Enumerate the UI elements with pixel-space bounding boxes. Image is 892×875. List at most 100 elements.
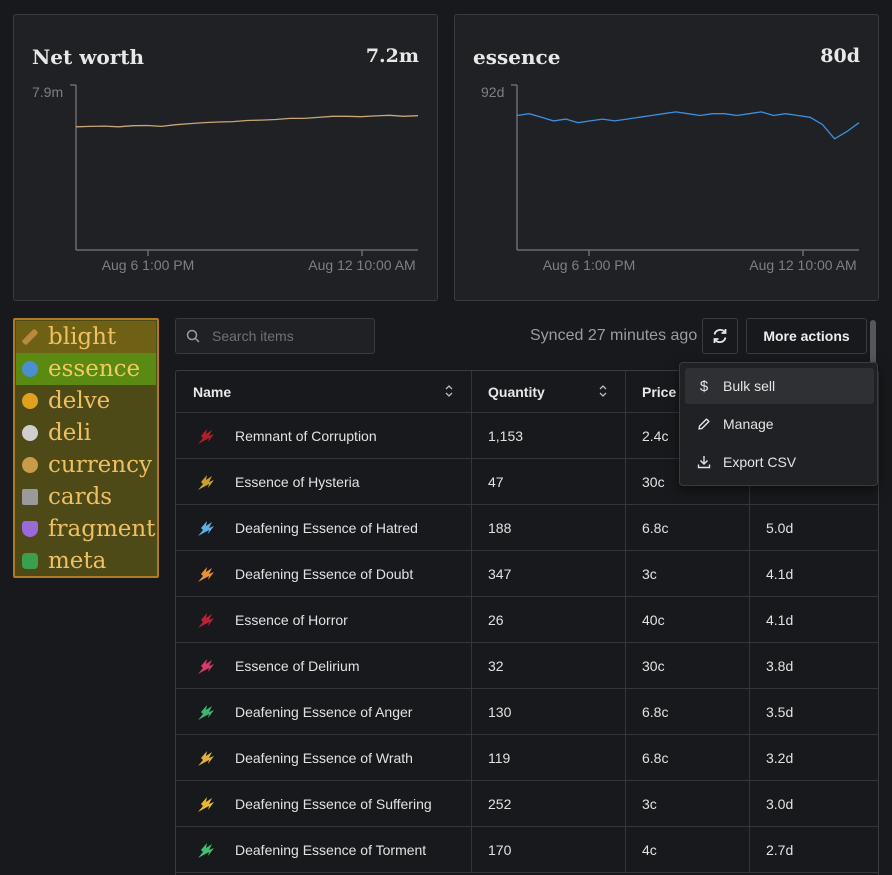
value-cell: 4.1d [750,597,878,642]
dollar-icon: $ [699,377,709,395]
category-currency[interactable]: currency [16,449,156,481]
column-header-name[interactable]: Name [176,371,472,412]
price-cell: 3c [626,551,750,596]
table-row[interactable]: Deafening Essence of Wrath 119 6.8c 3.2d [176,735,878,781]
value-cell: 2.7d [750,827,878,872]
blight-icon [21,328,39,346]
table-row[interactable]: Deafening Essence of Anger 130 6.8c 3.5d [176,689,878,735]
quantity-text: 1,153 [488,427,524,444]
value-text: 3.8d [766,657,794,674]
category-deli[interactable]: deli [16,417,156,449]
value-text: 4.1d [766,565,794,582]
y-tick-label: 7.9m [32,84,63,100]
item-name-text: Essence of Hysteria [235,473,360,490]
price-cell: 40c [626,597,750,642]
item-name-text: Deafening Essence of Anger [235,703,413,720]
table-row[interactable]: Deafening Essence of Doubt 347 3c 4.1d [176,551,878,597]
value-cell: 3.8d [750,643,878,688]
item-name-cell: Deafening Essence of Doubt [176,551,472,596]
price-cell: 6.8c [626,689,750,734]
price-cell: 6.8c [626,735,750,780]
table-row[interactable]: Deafening Essence of Torment 170 4c 2.7d [176,827,878,873]
quantity-text: 347 [488,565,512,582]
series-line [516,111,860,140]
category-cards[interactable]: cards [16,481,156,513]
quantity-text: 26 [488,611,504,628]
search-box[interactable] [175,318,375,354]
table-row[interactable]: Essence of Horror 26 40c 4.1d [176,597,878,643]
table-row[interactable]: Deafening Essence of Hatred 188 6.8c 5.0d [176,505,878,551]
category-label: delve [48,388,111,414]
networth-chart: 7.9m Aug 6 1:00 PM Aug 12 10:00 AM [32,84,419,273]
menu-item-label: Manage [723,416,774,432]
item-name-cell: Remnant of Corruption [176,413,472,458]
value-cell: 3.5d [750,689,878,734]
item-icon [198,658,214,674]
quantity-cell: 26 [472,597,626,642]
item-icon [198,428,214,444]
item-name-cell: Essence of Hysteria [176,459,472,504]
value-cell: 5.0d [750,505,878,550]
category-fragment[interactable]: fragment [16,513,156,545]
item-name-cell: Deafening Essence of Hatred [176,505,472,550]
scrollbar-thumb[interactable] [870,320,876,364]
category-list: blight essence delve deli currency cards… [13,318,159,578]
quantity-cell: 119 [472,735,626,780]
sort-icon [599,385,607,397]
column-header-quantity[interactable]: Quantity [472,371,626,412]
currency-icon [22,457,38,473]
value-cell: 4.1d [750,551,878,596]
quantity-text: 252 [488,795,512,812]
networth-chart-card: Net worth 7.2m 7.9m Aug 6 1:00 PM Aug 12… [13,14,438,301]
item-name-text: Essence of Delirium [235,657,360,674]
item-icon [198,796,214,812]
item-icon [198,704,214,720]
category-label: essence [48,356,141,382]
item-name-text: Deafening Essence of Suffering [235,795,432,812]
sync-status: Synced 27 minutes ago [530,327,698,344]
item-name-cell: Essence of Horror [176,597,472,642]
table-row[interactable]: Essence of Delirium 32 30c 3.8d [176,643,878,689]
essence-chart-card: essence 80d 92d Aug 6 1:00 PM Aug 12 10:… [454,14,879,301]
more-actions-button[interactable]: More actions [746,318,867,354]
quantity-text: 47 [488,473,504,490]
menu-item-manage[interactable]: Manage [685,406,874,442]
essence-icon [22,361,38,377]
item-name-text: Remnant of Corruption [235,427,377,444]
price-text: 30c [642,657,665,674]
value-text: 4.1d [766,611,794,628]
item-icon [198,612,214,628]
header-label: Name [193,383,232,400]
search-input[interactable] [212,328,362,344]
quantity-cell: 47 [472,459,626,504]
x-tick-label: Aug 12 10:00 AM [308,257,415,273]
price-text: 3c [642,565,657,582]
quantity-text: 170 [488,841,512,858]
table-row[interactable]: Deafening Essence of Suffering 252 3c 3.0d [176,781,878,827]
category-essence[interactable]: essence [16,353,156,385]
price-text: 6.8c [642,703,669,720]
category-meta[interactable]: meta [16,545,156,577]
price-cell: 3c [626,781,750,826]
menu-item-export-csv[interactable]: Export CSV [685,444,874,480]
item-icon [198,750,214,766]
category-label: currency [48,452,152,478]
category-delve[interactable]: delve [16,385,156,417]
item-icon [198,520,214,536]
header-label: Price [642,383,677,400]
quantity-cell: 347 [472,551,626,596]
price-text: 30c [642,473,665,490]
quantity-text: 188 [488,519,512,536]
item-name-cell: Deafening Essence of Torment [176,827,472,872]
item-name-text: Deafening Essence of Hatred [235,519,418,536]
menu-item-bulk-sell[interactable]: $ Bulk sell [685,368,874,404]
meta-icon [22,553,38,569]
category-blight[interactable]: blight [16,321,156,353]
price-text: 40c [642,611,665,628]
item-name-text: Deafening Essence of Doubt [235,565,414,582]
category-label: deli [48,420,92,446]
header-label: Quantity [488,383,545,400]
refresh-button[interactable] [702,318,738,354]
quantity-cell: 170 [472,827,626,872]
deli-icon [22,425,38,441]
